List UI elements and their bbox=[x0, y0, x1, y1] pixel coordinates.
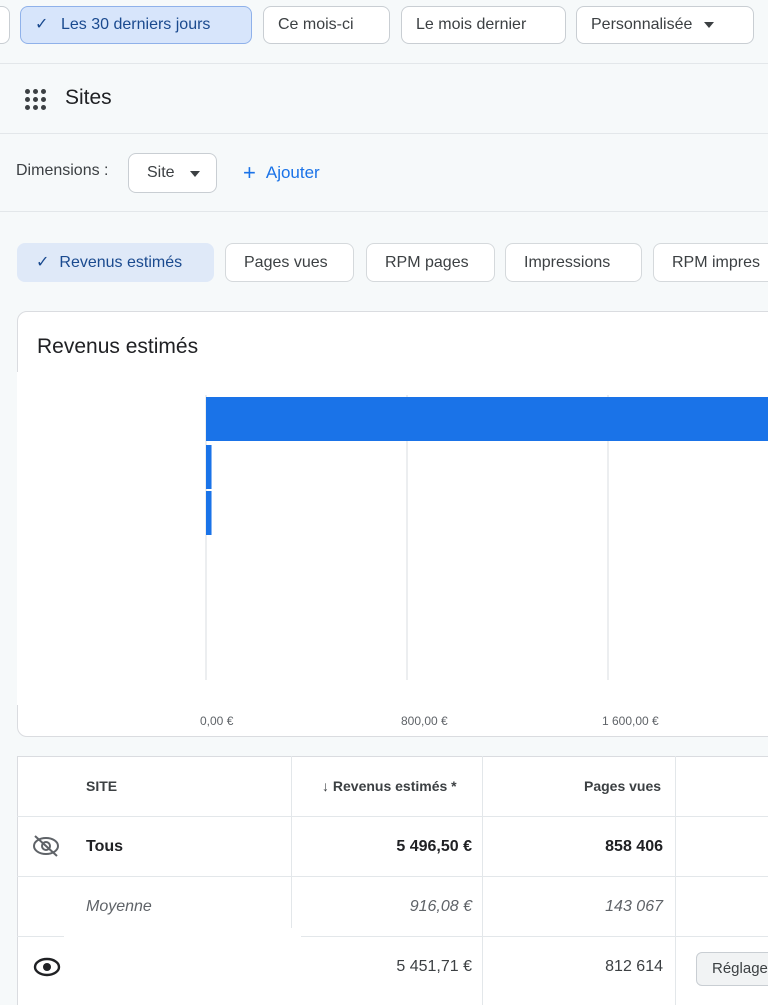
settings-button[interactable]: Réglages bbox=[696, 952, 768, 986]
column-header-site[interactable]: SITE bbox=[86, 778, 117, 794]
table-divider bbox=[17, 816, 768, 817]
sort-descending-icon: ↓ bbox=[322, 778, 333, 794]
redacted-area bbox=[17, 372, 203, 705]
row-pageviews: 812 614 bbox=[605, 958, 663, 975]
row-site-name: Moyenne bbox=[86, 898, 152, 915]
row-pageviews: 858 406 bbox=[605, 838, 663, 855]
column-header-revenue-label: Revenus estimés * bbox=[332, 778, 457, 794]
eye-icon[interactable] bbox=[33, 956, 61, 978]
visibility-off-icon[interactable] bbox=[32, 835, 60, 857]
column-divider bbox=[482, 756, 483, 1005]
column-divider bbox=[675, 756, 676, 1005]
bar[interactable] bbox=[206, 397, 768, 441]
column-header-revenue[interactable]: ↓ Revenus estimés * bbox=[322, 778, 457, 794]
row-revenue: 5 496,50 € bbox=[396, 838, 472, 855]
x-tick-label: 0,00 € bbox=[200, 714, 234, 728]
row-site-name: Tous bbox=[86, 838, 124, 855]
table-divider bbox=[17, 876, 768, 877]
bar[interactable] bbox=[206, 491, 212, 535]
column-header-pageviews[interactable]: Pages vues bbox=[584, 778, 661, 794]
x-tick-label: 800,00 € bbox=[401, 714, 448, 728]
row-pageviews: 143 067 bbox=[605, 898, 663, 915]
adsense-sites-report: ✓ Les 30 derniers jours Ce mois-ci Le moi… bbox=[0, 0, 768, 1005]
redacted-site-name bbox=[64, 928, 301, 1005]
bar[interactable] bbox=[206, 445, 212, 489]
row-revenue: 5 451,71 € bbox=[396, 958, 472, 975]
row-revenue: 916,08 € bbox=[409, 898, 472, 915]
x-tick-label: 1 600,00 € bbox=[602, 714, 659, 728]
